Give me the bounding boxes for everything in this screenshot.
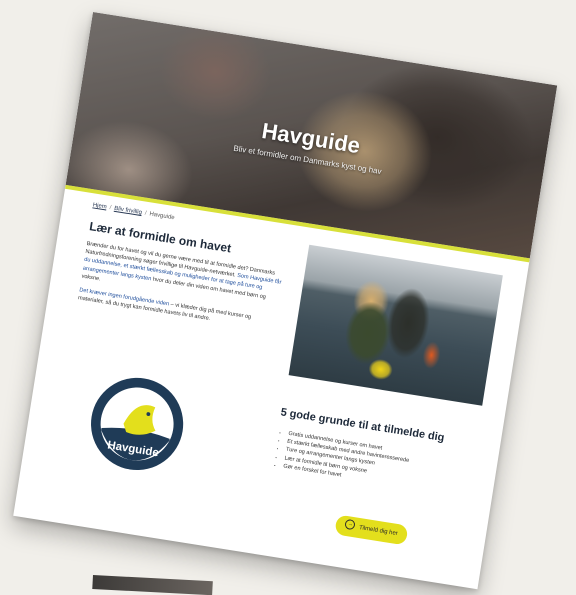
webpage-printout: Havguide Bliv et formidler om Danmarks k… (13, 12, 558, 590)
signup-button[interactable]: →Tilmeld dig her (334, 514, 409, 546)
intro-text: Brænder du for havet og vil du gerne vær… (76, 240, 284, 340)
signup-button-label: Tilmeld dig her (358, 524, 399, 538)
activity-photo (288, 244, 503, 406)
breadcrumb-separator: / (109, 205, 112, 212)
breadcrumb-current: Havguide (148, 211, 175, 222)
havguide-logo: Havguide (91, 377, 184, 471)
arrow-right-icon: → (344, 519, 357, 531)
benefits-list: Gratis uddannelse og kurser om havet Et … (274, 428, 487, 501)
breadcrumb-volunteer[interactable]: Bliv frivillig (114, 206, 143, 216)
breadcrumb-separator: / (144, 210, 147, 217)
second-sheet-edge (92, 575, 213, 595)
hero-banner: Havguide Bliv et formidler om Danmarks k… (64, 12, 558, 263)
breadcrumb-home[interactable]: Hjem (92, 202, 107, 210)
breadcrumb: Hjem / Bliv frivillig / Havguide (92, 202, 175, 221)
